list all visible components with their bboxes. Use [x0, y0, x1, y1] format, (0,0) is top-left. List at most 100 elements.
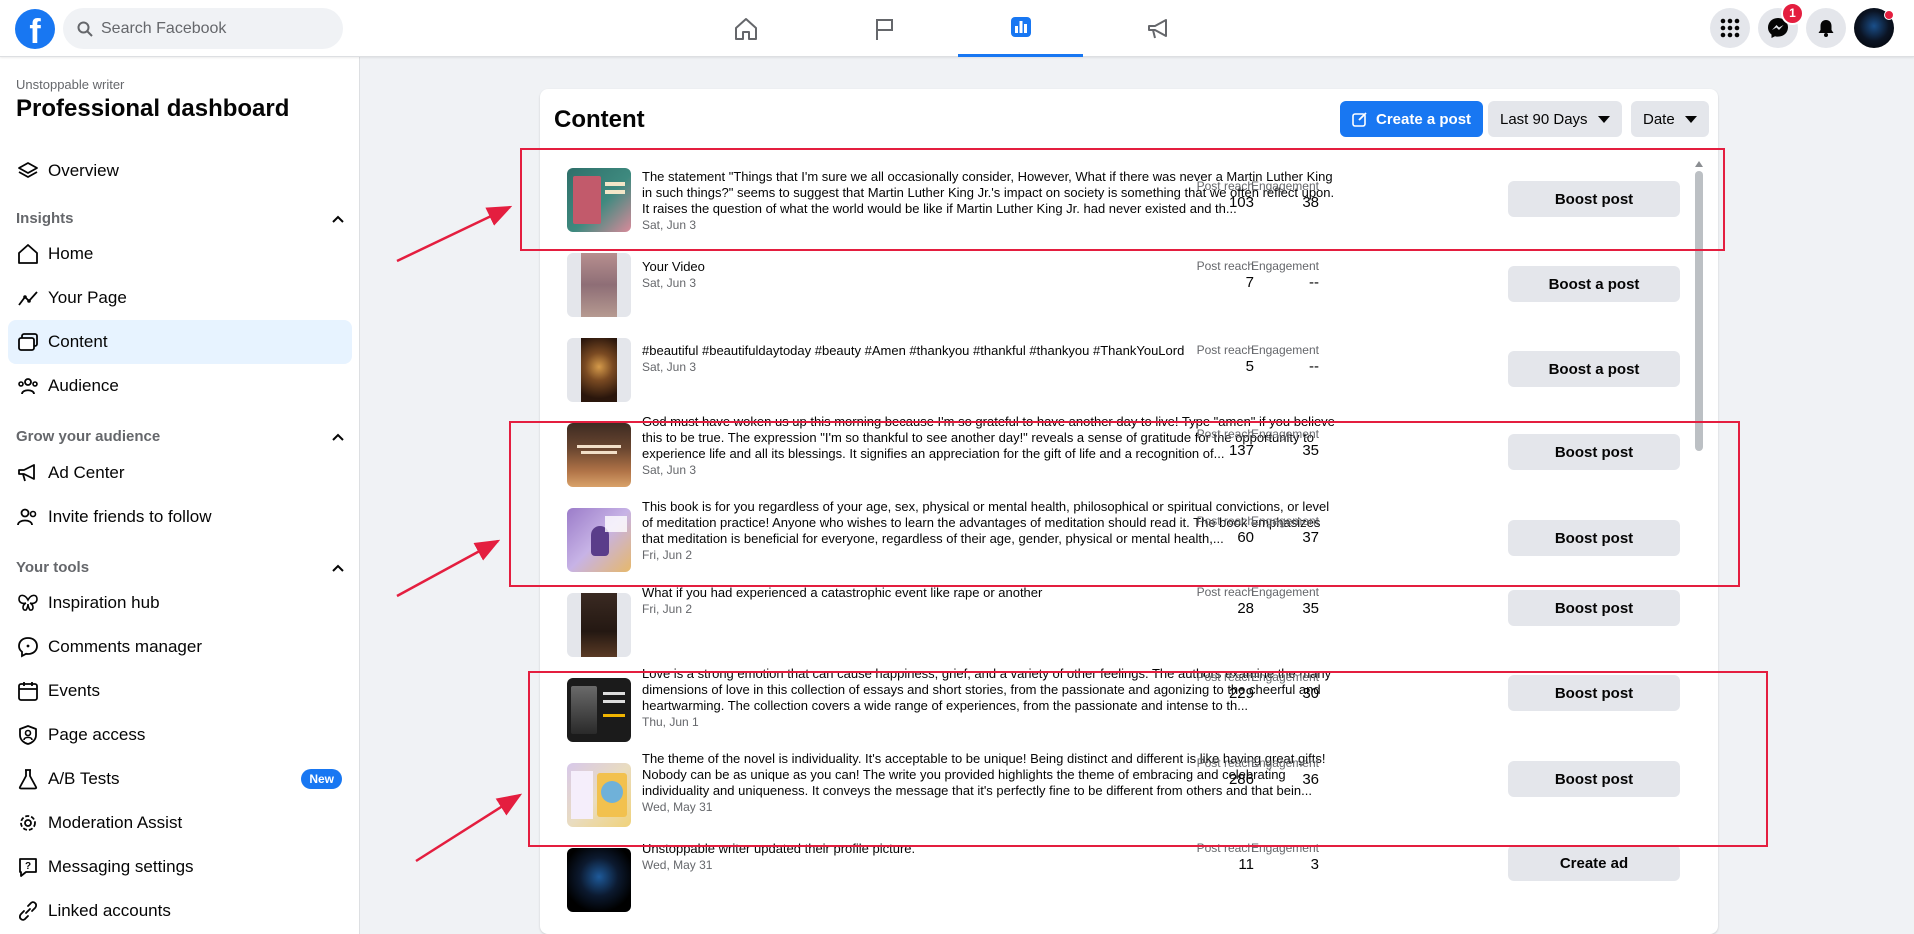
sidebar-title: Professional dashboard	[16, 95, 290, 122]
invite-people-icon	[16, 505, 40, 529]
sidebar-item-ad-center[interactable]: Ad Center	[8, 451, 352, 495]
post-row[interactable]: Unstoppable writer updated their profile…	[540, 837, 1700, 922]
page-scrollbar[interactable]	[1904, 57, 1914, 934]
home-tab[interactable]	[683, 0, 808, 57]
engagement-value: 35	[1302, 600, 1319, 617]
sidebar-item-audience[interactable]: Audience	[8, 364, 352, 408]
sidebar-item-label: Events	[48, 681, 100, 700]
pages-tab[interactable]	[821, 0, 946, 57]
sidebar-item-messaging-settings[interactable]: ? Messaging settings	[8, 845, 352, 889]
sidebar-item-label: Linked accounts	[48, 901, 171, 920]
flask-icon	[16, 767, 40, 791]
page-title: Content	[554, 106, 645, 133]
section-label: Your tools	[16, 559, 90, 576]
search-box[interactable]	[63, 8, 343, 49]
sidebar-item-label: Moderation Assist	[48, 813, 183, 832]
notification-count-badge: 1	[1781, 2, 1804, 25]
messenger-button[interactable]: 1	[1758, 2, 1804, 48]
sidebar-item-invite-friends[interactable]: Invite friends to follow	[8, 495, 352, 539]
annotation-box	[509, 421, 1740, 587]
megaphone-icon	[1147, 18, 1167, 38]
megaphone-icon	[16, 461, 40, 485]
sidebar-item-comments-manager[interactable]: Comments manager	[8, 625, 352, 669]
sidebar-item-content[interactable]: Content	[8, 320, 352, 364]
butterfly-icon	[16, 591, 40, 615]
post-thumbnail[interactable]	[567, 848, 631, 912]
search-icon	[77, 21, 93, 37]
sidebar-item-label: Home	[48, 244, 94, 263]
sidebar-item-overview[interactable]: Overview	[8, 149, 352, 193]
post-row[interactable]: #beautiful #beautifuldaytoday #beauty #A…	[540, 327, 1700, 412]
sidebar-item-label: Overview	[48, 161, 119, 180]
sidebar-item-inspiration-hub[interactable]: Inspiration hub	[8, 581, 352, 625]
layers-icon	[16, 159, 40, 183]
boost-a-post-button[interactable]: Boost a post	[1508, 351, 1680, 387]
notifications-button[interactable]	[1806, 8, 1846, 48]
menu-button[interactable]	[1710, 8, 1750, 48]
bell-icon	[1818, 20, 1834, 37]
calendar-icon	[16, 679, 40, 703]
page-name: Unstoppable writer	[16, 77, 125, 92]
caret-down-icon	[1684, 115, 1697, 123]
sort-label: Date	[1643, 110, 1675, 128]
section-insights-header[interactable]: Insights	[16, 210, 344, 227]
account-avatar[interactable]	[1854, 8, 1894, 48]
annotation-arrow	[415, 793, 523, 863]
boost-post-button[interactable]: Boost post	[1508, 590, 1680, 626]
svg-text:?: ?	[25, 861, 31, 872]
search-input[interactable]	[101, 19, 321, 38]
moderation-gear-icon	[16, 811, 40, 835]
home-outline-icon	[16, 242, 40, 266]
dashboard-chart-icon	[1010, 17, 1031, 37]
chevron-up-icon	[332, 433, 344, 441]
section-label: Insights	[16, 210, 74, 227]
engagement-label: Engagement	[1250, 343, 1319, 357]
post-thumbnail[interactable]	[567, 338, 631, 402]
engagement-label: Engagement	[1250, 585, 1319, 599]
sidebar-item-label: Inspiration hub	[48, 593, 160, 612]
professional-dashboard-tab[interactable]	[958, 0, 1083, 57]
home-icon	[734, 17, 757, 40]
post-row[interactable]: Your Video Sat, Jun 3 Post reach 7 Engag…	[540, 242, 1700, 327]
sidebar-item-moderation-assist[interactable]: Moderation Assist	[8, 801, 352, 845]
engagement-value: 3	[1310, 856, 1319, 873]
sidebar-item-label: Invite friends to follow	[48, 507, 212, 526]
shield-user-icon	[16, 723, 40, 747]
create-post-button[interactable]: Create a post	[1340, 101, 1484, 137]
annotation-box	[520, 148, 1725, 251]
post-thumbnail[interactable]	[567, 253, 631, 317]
caret-down-icon	[1597, 115, 1610, 123]
sidebar-item-events[interactable]: Events	[8, 669, 352, 713]
ad-center-tab[interactable]	[1096, 0, 1221, 57]
edit-icon	[1352, 112, 1367, 127]
sidebar-item-your-page[interactable]: Your Page	[8, 276, 352, 320]
message-question-icon: ?	[16, 855, 40, 879]
sort-dropdown[interactable]: Date	[1631, 101, 1709, 137]
flag-icon	[875, 18, 893, 40]
create-ad-button[interactable]: Create ad	[1508, 845, 1680, 881]
engagement-metric: Engagement --	[1239, 259, 1319, 291]
sidebar-item-label: Audience	[48, 376, 119, 395]
engagement-value: --	[1309, 274, 1319, 291]
post-thumbnail[interactable]	[567, 593, 631, 657]
facebook-logo-icon[interactable]: f	[15, 9, 55, 49]
grid-menu-icon	[1720, 18, 1740, 38]
sidebar-item-linked-accounts[interactable]: Linked accounts	[8, 889, 352, 933]
annotation-arrow	[396, 539, 501, 598]
engagement-metric: Engagement --	[1239, 343, 1319, 375]
sidebar: Unstoppable writer Professional dashboar…	[0, 57, 360, 934]
sidebar-item-page-access[interactable]: Page access	[8, 713, 352, 757]
section-tools-header[interactable]: Your tools	[16, 559, 344, 576]
sidebar-item-home[interactable]: Home	[8, 232, 352, 276]
post-row[interactable]: What if you had experienced a catastroph…	[540, 582, 1700, 667]
date-range-dropdown[interactable]: Last 90 Days	[1488, 101, 1622, 137]
sidebar-item-label: Comments manager	[48, 637, 203, 656]
annotation-arrow	[396, 205, 513, 263]
boost-a-post-button[interactable]: Boost a post	[1508, 266, 1680, 302]
section-label: Grow your audience	[16, 428, 161, 445]
sidebar-item-ab-tests[interactable]: A/B Tests New	[8, 757, 352, 801]
section-grow-header[interactable]: Grow your audience	[16, 428, 344, 445]
link-icon	[16, 899, 40, 923]
sidebar-item-label: Page access	[48, 725, 146, 744]
sidebar-item-label: Your Page	[48, 288, 127, 307]
